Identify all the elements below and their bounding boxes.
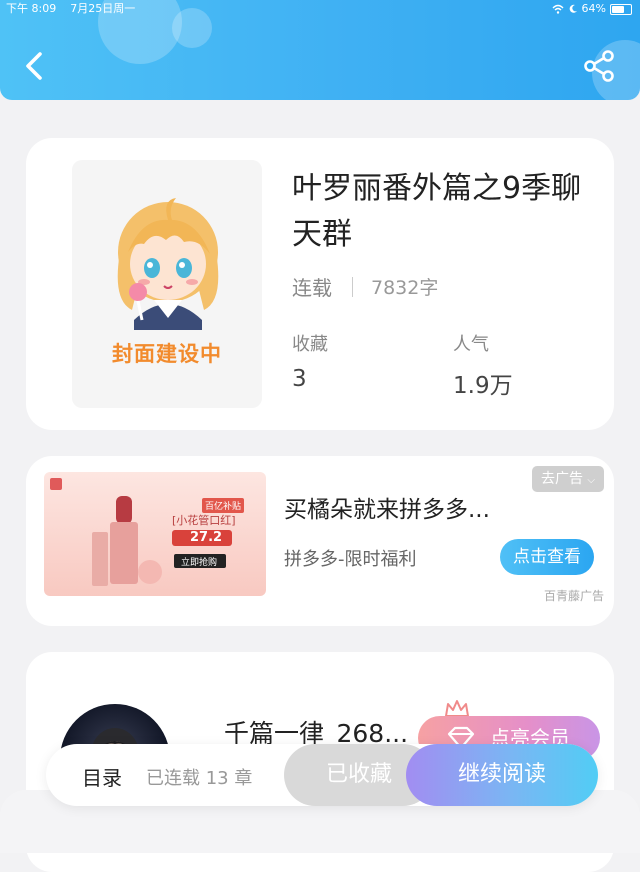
stat-value: 3 bbox=[292, 366, 307, 392]
header-bar: 下午 8:09 7月25日周一 64% bbox=[0, 0, 640, 100]
continue-reading-button[interactable]: 继续阅读 bbox=[406, 744, 598, 806]
share-button[interactable] bbox=[582, 48, 618, 84]
ad-image[interactable]: 百亿补贴 [小花管口红] 27.2 立即抢购 bbox=[44, 472, 266, 596]
ad-title[interactable]: 买橘朵就来拼多多... bbox=[284, 490, 490, 524]
status-date: 7月25日周一 bbox=[70, 2, 136, 15]
moon-icon bbox=[569, 4, 577, 13]
ad-price: 27.2 bbox=[190, 530, 223, 545]
ad-subtitle: 拼多多-限时福利 bbox=[284, 549, 417, 570]
stat-value: 1.9万 bbox=[453, 373, 513, 399]
share-icon bbox=[584, 50, 614, 82]
status-bar: 下午 8:09 7月25日周一 64% bbox=[0, 0, 640, 18]
ad-view-button[interactable]: 点击查看 bbox=[500, 539, 594, 575]
stat-label: 收藏 bbox=[292, 334, 328, 355]
back-arrow-icon bbox=[26, 52, 42, 80]
remove-ad-label: 去广告 bbox=[540, 471, 583, 487]
dropdown-chevron-icon: ⌵ bbox=[587, 475, 596, 486]
book-title: 叶罗丽番外篇之9季聊天群 bbox=[292, 171, 582, 252]
chapter-count: 已连载 13 章 bbox=[146, 768, 253, 789]
stat-favorites: 收藏 3 bbox=[292, 330, 328, 392]
ad-product-label: [小花管口红] bbox=[172, 514, 236, 527]
ad-buy-label: 立即抢购 bbox=[181, 558, 218, 568]
ad-promo-tag: 百亿补贴 bbox=[202, 498, 245, 513]
remove-ad-button[interactable]: 去广告 ⌵ bbox=[532, 466, 604, 492]
battery-percent: 64% bbox=[581, 2, 606, 15]
toc-button[interactable]: 目录 bbox=[82, 762, 122, 791]
stat-popularity: 人气 1.9万 bbox=[453, 330, 513, 400]
mascot-illustration bbox=[117, 198, 219, 330]
book-meta: 连载 7832字 bbox=[292, 272, 438, 301]
wifi-icon bbox=[552, 4, 564, 14]
meta-divider bbox=[352, 276, 353, 297]
battery-icon bbox=[610, 3, 632, 15]
cover-placeholder-text: 封面建设中 bbox=[112, 342, 222, 366]
ad-source: 百青藤广告 bbox=[543, 589, 604, 603]
book-info-card: 封面建设中 叶罗丽番外篇之9季聊天群 连载 7832字 收藏 3 人气 1.9万 bbox=[26, 138, 614, 430]
book-status: 连载 bbox=[292, 276, 332, 300]
back-button[interactable] bbox=[20, 46, 52, 86]
bottom-action-bar: 目录 已连载 13 章 已收藏 继续阅读 bbox=[46, 744, 598, 806]
ad-lipstick-graphic bbox=[50, 478, 232, 586]
ad-card[interactable]: 百亿补贴 [小花管口红] 27.2 立即抢购 买橘朵就来拼多多... 拼多多-限… bbox=[26, 456, 614, 626]
stat-label: 人气 bbox=[453, 334, 489, 355]
word-count: 7832字 bbox=[371, 277, 439, 299]
book-cover[interactable]: 封面建设中 bbox=[72, 160, 262, 408]
status-time: 下午 8:09 bbox=[6, 2, 57, 15]
